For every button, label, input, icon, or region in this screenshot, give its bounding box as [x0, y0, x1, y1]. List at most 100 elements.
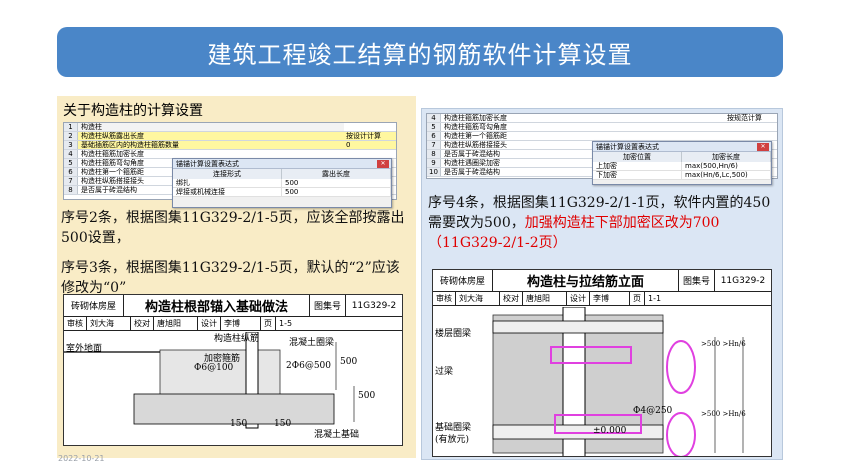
setting-value[interactable]: 按设计计算 — [344, 132, 396, 140]
setting-value[interactable] — [344, 123, 396, 131]
row-number: 5 — [64, 159, 78, 167]
dialog-row-length[interactable]: max(Hn/6,Lc,500) — [682, 171, 771, 179]
setting-name: 构造柱 — [78, 123, 344, 131]
setting-name: 构造柱纵筋露出长度 — [78, 132, 344, 140]
design-label: 设计 — [198, 317, 221, 330]
design-label: 设计 — [567, 292, 590, 305]
highlight-circle-bottom — [666, 412, 696, 456]
row-number: 7 — [427, 141, 441, 149]
drawing-category: 砖砌体房屋 — [64, 295, 124, 316]
page-label: 页 — [261, 317, 276, 330]
check-label: 校对 — [131, 317, 154, 330]
setting-value[interactable] — [725, 132, 777, 140]
drawing-title-block: 砖砌体房屋 构造柱根部锚入基础做法 图集号 11G329-2 — [64, 295, 402, 317]
row-number: 7 — [64, 177, 78, 185]
label-dim-500a: 500 — [340, 357, 358, 367]
note-item-2: 序号2条，根据图集11G329-2/1-5页，应该全部按露出500设置， — [61, 210, 405, 246]
sheet-row[interactable]: 5 构造柱箍筋弯勾角度 — [427, 123, 777, 132]
note-item-3: 序号3条，根据图集11G329-2/1-5页，默认的“2”应该修改为“0” — [61, 260, 400, 296]
label-beam-bar: 2Φ6@500 — [286, 361, 332, 371]
dialog-row-length[interactable]: max(500,Hn/6) — [682, 162, 771, 170]
label-column-bar: 构造柱纵筋 — [214, 334, 260, 344]
dialog-header: 连接形式 露出长度 — [173, 169, 391, 179]
setting-value[interactable] — [344, 150, 396, 158]
right-panel: 4 构造柱箍筋加密长度 按规范计算 5 构造柱箍筋弯勾角度 6 构造柱第一个箍筋距 7 构造柱纵… — [421, 108, 783, 460]
row-number: 5 — [427, 123, 441, 131]
atlas-number: 11G329-2 — [720, 275, 766, 286]
settings-dialog[interactable]: 锚锚计算设置表达式 ✕ 连接形式 露出长度 绑扎 500 焊接或机械连接 500 — [172, 158, 392, 208]
slide-date: 2022-10-21 — [58, 454, 105, 463]
check-label: 校对 — [500, 292, 523, 305]
anchorage-drawing: 砖砌体房屋 构造柱根部锚入基础做法 图集号 11G329-2 审核 刘大海 校对… — [63, 294, 403, 446]
row-number: 1 — [64, 123, 78, 131]
sheet-row[interactable]: 3 基础插筋区内的构造柱箍筋数量 0 — [64, 141, 396, 150]
row-number: 9 — [427, 159, 441, 167]
label-dense-bottom: >500 >Hn/6 — [701, 410, 746, 418]
dialog-row-length[interactable]: 500 — [282, 179, 391, 187]
designer: 李博 — [590, 292, 630, 305]
drawing-signature-row: 审核 刘大海 校对 唐旭阳 设计 李博 页 1-1 — [433, 292, 771, 306]
label-outdoor: 室外地面 — [66, 344, 103, 354]
atlas-number: 11G329-2 — [351, 300, 397, 311]
reviewer: 刘大海 — [456, 292, 500, 305]
label-base: 混凝土基础 — [314, 430, 360, 440]
drawing-category: 砖砌体房屋 — [433, 270, 493, 291]
checker: 唐旭阳 — [523, 292, 567, 305]
label-dim-500b: 500 — [358, 391, 376, 401]
dialog-col-form: 连接形式 — [173, 169, 282, 179]
dialog-row-form: 焊接或机械连接 — [173, 188, 282, 196]
tie-bar-drawing: 砖砌体房屋 构造柱与拉结筋立面 图集号 11G329-2 审核 刘大海 校对 唐… — [432, 269, 772, 457]
dialog-row[interactable]: 焊接或机械连接 500 — [173, 188, 391, 197]
dialog-row[interactable]: 下加密 max(Hn/6,Lc,500) — [593, 171, 771, 180]
close-icon[interactable]: ✕ — [377, 160, 389, 168]
dialog-col-position: 加密位置 — [593, 152, 682, 162]
left-panel-heading: 关于构造柱的计算设置 — [63, 103, 203, 119]
row-number: 10 — [427, 168, 441, 176]
sheet-row[interactable]: 2 构造柱纵筋露出长度 按设计计算 — [64, 132, 396, 141]
highlight-circle-top — [666, 340, 696, 394]
dialog-row[interactable]: 上加密 max(500,Hn/6) — [593, 162, 771, 171]
setting-value[interactable] — [725, 123, 777, 131]
setting-name: 构造柱第一个箍筋距 — [444, 132, 507, 140]
close-icon[interactable]: ✕ — [757, 143, 769, 151]
row-number: 8 — [427, 150, 441, 158]
page-number: 1-5 — [279, 319, 293, 328]
dialog-row-length[interactable]: 500 — [282, 188, 391, 196]
label-dim-150b: 150 — [274, 419, 292, 429]
setting-name: 构造柱箍筋弯勾角度 — [444, 123, 507, 131]
reviewer: 刘大海 — [87, 317, 131, 330]
setting-name: 构造柱箍筋加密长度 — [81, 150, 144, 158]
row-number: 6 — [427, 132, 441, 140]
label-floor-beam: 楼层圈梁 — [435, 329, 472, 339]
dialog-row[interactable]: 绑扎 500 — [173, 179, 391, 188]
left-panel: 关于构造柱的计算设置 1 构造柱 2 构造柱纵筋露出长度 按设计计算 3 基础插筋区内的构造… — [57, 96, 416, 458]
dialog-header: 加密位置 加密长度 — [593, 152, 771, 162]
setting-name: 基础插筋区内的构造柱箍筋数量 — [78, 141, 344, 149]
atlas-label: 图集号 — [679, 270, 715, 291]
settings-dialog[interactable]: 锚锚计算设置表达式 ✕ 加密位置 加密长度 上加密 max(500,Hn/6) … — [592, 141, 772, 185]
row-number: 8 — [64, 186, 78, 194]
sheet-row[interactable]: 4 构造柱箍筋加密长度 按规范计算 — [427, 114, 777, 123]
label-dense-top: >500 >Hn/6 — [701, 340, 746, 348]
sheet-row[interactable]: 1 构造柱 — [64, 123, 396, 132]
sheet-row[interactable]: 6 构造柱第一个箍筋距 — [427, 132, 777, 141]
label-lintel: 过梁 — [435, 367, 454, 377]
row-number: 4 — [64, 150, 78, 158]
slide-title: 建筑工程竣工结算的钢筋软件计算设置 — [207, 40, 633, 69]
page-number: 1-1 — [648, 294, 662, 303]
setting-value[interactable]: 按规范计算 — [725, 114, 777, 122]
drawing-title: 构造柱与拉结筋立面 — [493, 270, 679, 291]
designer: 李博 — [221, 317, 261, 330]
setting-value[interactable]: 0 — [344, 141, 396, 149]
drawing-signature-row: 审核 刘大海 校对 唐旭阳 设计 李博 页 1-5 — [64, 317, 402, 331]
label-dim-150a: 150 — [230, 419, 248, 429]
atlas-label: 图集号 — [310, 295, 346, 316]
label-tie-bar: Φ4@250 — [633, 406, 673, 416]
dialog-col-length: 加密长度 — [682, 152, 771, 162]
row-number: 4 — [427, 114, 441, 122]
dialog-row-position: 上加密 — [593, 162, 682, 170]
dialog-row-form: 绑扎 — [173, 179, 282, 187]
label-beam: 混凝土圈梁 — [289, 338, 335, 348]
label-base-note: (有放元) — [435, 435, 470, 445]
dialog-row-position: 下加密 — [593, 171, 682, 179]
